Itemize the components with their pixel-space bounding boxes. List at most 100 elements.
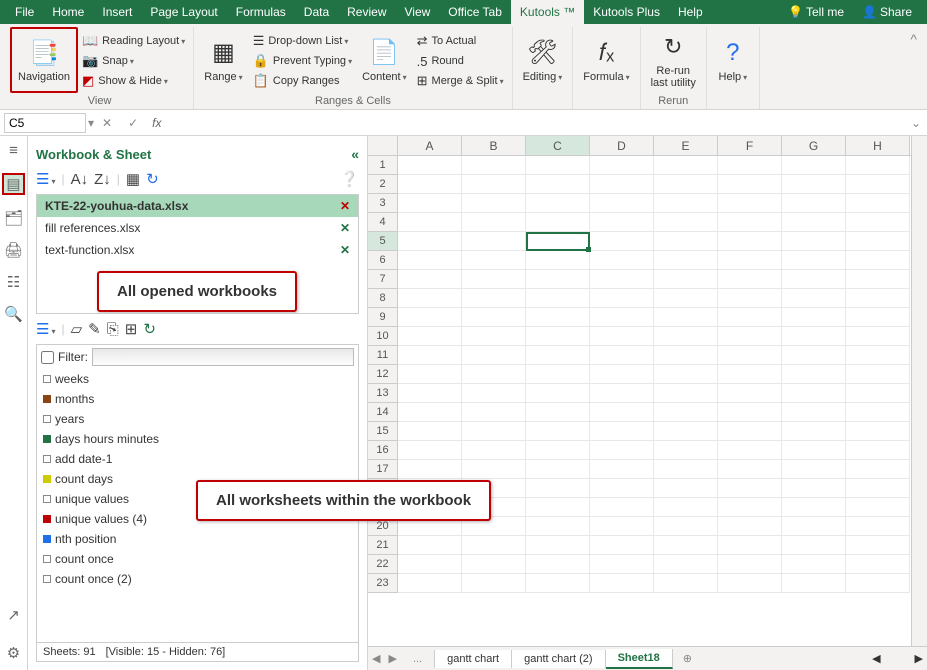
menu-pagelayout[interactable]: Page Layout <box>141 0 226 24</box>
cell[interactable] <box>654 232 718 251</box>
cell[interactable] <box>398 346 462 365</box>
worksheet-item[interactable]: years <box>37 409 358 429</box>
col-header[interactable]: C <box>526 136 590 155</box>
row-header[interactable]: 8 <box>368 289 398 308</box>
cell[interactable] <box>654 422 718 441</box>
cell[interactable] <box>398 327 462 346</box>
cell[interactable] <box>718 175 782 194</box>
cell[interactable] <box>718 422 782 441</box>
cell[interactable] <box>526 156 590 175</box>
hscroll-right-icon[interactable]: ▶ <box>915 652 923 665</box>
cell[interactable] <box>462 251 526 270</box>
confirm-formula-icon[interactable]: ✓ <box>120 116 146 130</box>
cell[interactable] <box>398 441 462 460</box>
sheet-tab[interactable]: gantt chart <box>435 650 512 668</box>
menu-kutoolsplus[interactable]: Kutools Plus <box>584 0 669 24</box>
cell[interactable] <box>782 403 846 422</box>
cell[interactable] <box>590 441 654 460</box>
cell[interactable] <box>846 194 910 213</box>
worksheet-item[interactable]: months <box>37 389 358 409</box>
worksheet-item[interactable]: nth position <box>37 529 358 549</box>
cell[interactable] <box>462 574 526 593</box>
cell[interactable] <box>526 327 590 346</box>
cell[interactable] <box>526 517 590 536</box>
cell[interactable] <box>782 460 846 479</box>
cell[interactable] <box>462 175 526 194</box>
cell[interactable] <box>526 308 590 327</box>
cell[interactable] <box>590 308 654 327</box>
cell[interactable] <box>782 441 846 460</box>
strip-find-icon[interactable]: 🔍 <box>4 305 23 323</box>
cell[interactable] <box>462 270 526 289</box>
cell[interactable] <box>398 536 462 555</box>
cell[interactable] <box>462 308 526 327</box>
ws-new-icon[interactable]: ▱ <box>71 320 83 338</box>
cell[interactable] <box>782 498 846 517</box>
cell[interactable] <box>526 422 590 441</box>
workbook-item[interactable]: KTE-22-youhua-data.xlsx✕ <box>37 195 358 217</box>
cell[interactable] <box>526 213 590 232</box>
sheet-tab-active[interactable]: Sheet18 <box>606 649 673 669</box>
row-header[interactable]: 7 <box>368 270 398 289</box>
workbook-item[interactable]: fill references.xlsx✕ <box>37 217 358 239</box>
cell[interactable] <box>846 213 910 232</box>
sheet-tab-more[interactable]: ... <box>401 650 435 668</box>
cell[interactable] <box>654 156 718 175</box>
menu-formulas[interactable]: Formulas <box>227 0 295 24</box>
cell[interactable] <box>462 194 526 213</box>
col-header[interactable]: D <box>590 136 654 155</box>
cell[interactable] <box>718 270 782 289</box>
row-header[interactable]: 12 <box>368 365 398 384</box>
cell[interactable] <box>718 289 782 308</box>
cell[interactable] <box>782 213 846 232</box>
cell[interactable] <box>398 422 462 441</box>
formula-expand-icon[interactable]: ⌄ <box>907 116 925 130</box>
show-hide-button[interactable]: ◩Show & Hide <box>78 71 189 91</box>
cell[interactable] <box>718 441 782 460</box>
cell[interactable] <box>782 308 846 327</box>
cell[interactable] <box>590 403 654 422</box>
cell[interactable] <box>782 175 846 194</box>
ws-copy-icon[interactable]: ⎘ <box>107 321 119 338</box>
select-all-corner[interactable] <box>368 136 398 155</box>
cell[interactable] <box>654 536 718 555</box>
close-icon[interactable]: ✕ <box>340 199 350 213</box>
cell[interactable] <box>590 422 654 441</box>
cell[interactable] <box>718 517 782 536</box>
cell[interactable] <box>654 194 718 213</box>
row-header[interactable]: 22 <box>368 555 398 574</box>
sort-asc-icon[interactable]: A↓ <box>71 171 89 188</box>
cell[interactable] <box>590 517 654 536</box>
cell[interactable] <box>526 251 590 270</box>
cell[interactable] <box>654 251 718 270</box>
cell[interactable] <box>782 251 846 270</box>
worksheet-item[interactable]: add date-1 <box>37 449 358 469</box>
round-button[interactable]: .5Round <box>413 51 508 71</box>
close-icon[interactable]: ✕ <box>340 221 350 235</box>
cell[interactable] <box>526 536 590 555</box>
worksheet-item[interactable]: days hours minutes <box>37 429 358 449</box>
cell[interactable] <box>846 574 910 593</box>
cell[interactable] <box>462 365 526 384</box>
cell[interactable] <box>654 498 718 517</box>
cell[interactable] <box>654 384 718 403</box>
col-header[interactable]: F <box>718 136 782 155</box>
cell[interactable] <box>718 232 782 251</box>
cell[interactable] <box>590 156 654 175</box>
help-button[interactable]: ? Help <box>711 27 755 93</box>
name-box[interactable] <box>4 113 86 133</box>
cell[interactable] <box>846 403 910 422</box>
cell[interactable] <box>526 460 590 479</box>
cell[interactable] <box>398 403 462 422</box>
cell[interactable] <box>590 213 654 232</box>
cell[interactable] <box>462 441 526 460</box>
cell[interactable] <box>654 213 718 232</box>
help-icon[interactable]: ❔ <box>340 170 359 188</box>
strip-name-icon[interactable]: 🖨 <box>4 241 23 259</box>
cancel-formula-icon[interactable]: ✕ <box>94 116 120 130</box>
cell[interactable] <box>846 479 910 498</box>
row-header[interactable]: 2 <box>368 175 398 194</box>
cell[interactable] <box>718 308 782 327</box>
strip-menu-icon[interactable]: ≡ <box>9 142 18 159</box>
cell[interactable] <box>782 289 846 308</box>
